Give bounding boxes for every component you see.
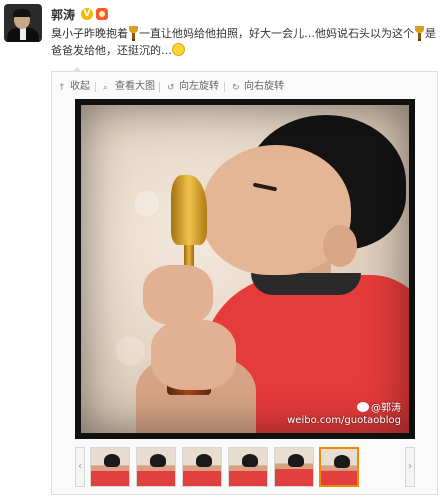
thumbnail-3[interactable] [182, 447, 222, 487]
post-photo[interactable]: @郭涛 weibo.com/guotaoblog [75, 99, 415, 439]
post-text-part2: 一直让他妈给他拍照，好大一会儿…他妈说石头以为这个 [139, 27, 414, 40]
thumbnail-5[interactable] [274, 447, 314, 487]
photo-vignette [81, 105, 409, 433]
watermark-user: @郭涛 [371, 403, 401, 414]
trophy-emoji-icon [128, 26, 139, 41]
post-text: 臭小子昨晚抱着 一直让他妈给他拍照，好大一会儿…他妈说石头以为这个 是爸爸发给他，还… [51, 25, 439, 59]
thumb-prev-button[interactable]: ‹ [75, 447, 85, 487]
thumbnail-2[interactable] [136, 447, 176, 487]
trophy-emoji-icon [414, 26, 425, 41]
toolbar-divider [159, 82, 160, 92]
rotate-right-icon: ↻ [232, 83, 240, 93]
toolbar-divider [224, 82, 225, 92]
rotate-left-label: 向左旋转 [179, 81, 219, 92]
view-large-button[interactable]: ⌕ 查看大图 [103, 79, 155, 95]
thumbnail-6-active[interactable] [319, 447, 359, 487]
watermark-user-line: @郭涛 [287, 402, 401, 415]
verified-badge-icon[interactable]: V [81, 8, 93, 20]
photo-watermark: @郭涛 weibo.com/guotaoblog [287, 402, 401, 427]
toolbar-divider [95, 82, 96, 92]
user-avatar[interactable] [4, 4, 42, 42]
username[interactable]: 郭涛 [51, 7, 75, 23]
avatar-shirt [20, 28, 26, 40]
member-badge-icon[interactable] [96, 8, 108, 20]
thumbnail-1[interactable] [90, 447, 130, 487]
weibo-logo-icon [357, 402, 369, 412]
collapse-arrow-icon: ↑ [58, 83, 66, 93]
rotate-right-label: 向右旋转 [244, 81, 284, 92]
view-large-label: 查看大图 [115, 81, 155, 92]
rotate-left-button[interactable]: ↺ 向左旋转 [167, 79, 219, 95]
collapse-label: 收起 [70, 81, 90, 92]
thumb-next-button[interactable]: › [405, 447, 415, 487]
magnifier-icon: ⌕ [103, 83, 109, 93]
watermark-url: weibo.com/guotaoblog [287, 415, 401, 426]
photo-canvas: @郭涛 weibo.com/guotaoblog [81, 105, 409, 433]
rotate-right-button[interactable]: ↻ 向右旋转 [232, 79, 284, 95]
post-text-part1: 臭小子昨晚抱着 [51, 27, 128, 40]
rotate-left-icon: ↺ [167, 83, 175, 93]
thumbnail-strip: ‹ › [75, 447, 415, 489]
avatar-hair [13, 9, 31, 17]
thumbnail-4[interactable] [228, 447, 268, 487]
collapse-button[interactable]: ↑ 收起 [58, 79, 90, 95]
smiley-emoji-icon [172, 43, 185, 56]
